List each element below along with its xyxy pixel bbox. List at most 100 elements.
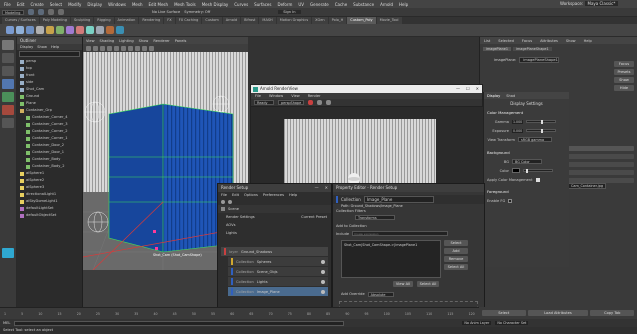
menu-windows[interactable]: Windows: [108, 2, 126, 7]
render-settings-row[interactable]: Render Settings Current Preset: [218, 213, 331, 221]
view-transform-dropdown[interactable]: sRGB gamma: [518, 137, 552, 142]
focus-button[interactable]: Focus: [614, 61, 634, 67]
arnold-menu-render[interactable]: Render: [308, 94, 321, 98]
include-expression-input[interactable]: [352, 231, 449, 236]
shelf-tab-mash[interactable]: MASH: [259, 17, 276, 24]
live-surface-label[interactable]: No Live Surface: [152, 10, 180, 14]
arnold-title-bar[interactable]: Arnold RenderView — ☐ ✕: [251, 85, 482, 93]
shelf-tab-rendering[interactable]: Rendering: [139, 17, 164, 24]
import-icon[interactable]: [228, 199, 232, 204]
rs-menu-file[interactable]: File: [221, 193, 227, 197]
presets-button[interactable]: Presets: [614, 69, 634, 75]
shelf-tab-motion-graphics[interactable]: Motion Graphics: [276, 17, 312, 24]
node-tab-imageplane[interactable]: imagePlane1: [483, 46, 512, 51]
anim-layer-dropdown[interactable]: No Anim Layer: [462, 321, 492, 325]
undo-icon[interactable]: [48, 9, 54, 15]
camera-select-icon[interactable]: [86, 45, 91, 51]
pe-collection-name-field[interactable]: Image_Plane: [363, 196, 434, 203]
symmetry-toggle[interactable]: Symmetry: Off: [184, 10, 210, 14]
menu-substance[interactable]: Substance: [353, 2, 374, 7]
outliner-item[interactable]: side: [17, 79, 82, 86]
extrude-icon[interactable]: [46, 26, 54, 34]
apply-cm-checkbox[interactable]: [535, 177, 540, 182]
menu-mesh-display[interactable]: Mesh Display: [202, 2, 229, 7]
pe-add-button[interactable]: Add: [444, 248, 468, 254]
exposure-slider[interactable]: [526, 129, 557, 133]
menu-display[interactable]: Display: [87, 2, 102, 7]
gamma-field[interactable]: 1.000: [512, 119, 524, 124]
arnold-menu-view[interactable]: View: [291, 94, 300, 98]
shelf-tab-animation[interactable]: Animation: [114, 17, 139, 24]
arnold-menu-window[interactable]: Window: [269, 94, 283, 98]
pe-select-button[interactable]: Select: [444, 240, 468, 246]
grid-icon[interactable]: [107, 45, 112, 51]
menu-surfaces[interactable]: Surfaces: [254, 2, 271, 7]
menu-create[interactable]: Create: [30, 2, 43, 7]
menu-edit-mesh[interactable]: Edit Mesh: [149, 2, 169, 7]
shelf-tab-xgen[interactable]: XGen: [312, 17, 328, 24]
wireframe-icon[interactable]: [114, 45, 119, 51]
foreground-header[interactable]: Foreground: [484, 187, 569, 196]
ae-menu-focus[interactable]: Focus: [522, 39, 532, 43]
bg-dropdown[interactable]: BG Color: [512, 159, 542, 164]
arnold-menu-file[interactable]: File: [255, 94, 261, 98]
shelf-tab-custom[interactable]: Custom: [202, 17, 222, 24]
separate-icon[interactable]: [86, 26, 94, 34]
outliner-menu-display[interactable]: Display: [20, 45, 33, 49]
minimize-icon[interactable]: —: [456, 85, 460, 93]
outliner-item[interactable]: Container_Body: [17, 156, 82, 163]
include-list[interactable]: Shot_Cam|Shot_CamShape->|imagePlane1: [341, 240, 441, 278]
menu-cache[interactable]: Cache: [335, 2, 347, 7]
outliner-search-input[interactable]: [19, 51, 80, 57]
menu-generate[interactable]: Generate: [310, 2, 329, 7]
textured-icon[interactable]: [128, 45, 133, 51]
gamma-slider[interactable]: [526, 120, 557, 124]
node-tab-imageplaneshape[interactable]: imagePlaneShape1: [513, 46, 552, 51]
scene-row[interactable]: Scene: [218, 205, 331, 213]
menu-mesh[interactable]: Mesh: [132, 2, 143, 7]
visibility-icon[interactable]: [321, 279, 325, 284]
ae-menu-show[interactable]: Show: [566, 39, 576, 43]
outliner-item[interactable]: Container_Grp: [17, 107, 82, 114]
select-tool-icon[interactable]: [2, 40, 14, 50]
cylinder-icon[interactable]: [26, 26, 34, 34]
rs-menu-edit[interactable]: Edit: [232, 193, 239, 197]
menu-file[interactable]: File: [4, 2, 11, 7]
property-editor-title-bar[interactable]: Property Editor - Render Setup: [333, 184, 484, 192]
shadows-icon[interactable]: [142, 45, 147, 51]
pe-select-all-side-button[interactable]: Select All: [444, 264, 468, 270]
lights-icon[interactable]: [135, 45, 140, 51]
stop-icon[interactable]: [317, 100, 322, 105]
command-input[interactable]: [14, 320, 345, 326]
smooth-icon[interactable]: [96, 26, 104, 34]
ae-select-button[interactable]: Select: [482, 310, 526, 316]
ae-menu-selected[interactable]: Selected: [498, 39, 514, 43]
shelf-tab-polo-h[interactable]: Polo_H: [328, 17, 347, 24]
outliner-item[interactable]: Container_Corner_3: [17, 121, 82, 128]
viewport-menu-panels[interactable]: Panels: [175, 39, 187, 43]
cmd-lang-label[interactable]: MEL: [3, 321, 10, 325]
outliner-item[interactable]: aiSkyDomeLight1: [17, 198, 82, 205]
show-button[interactable]: Show: [614, 77, 634, 83]
ae-menu-help[interactable]: Help: [584, 39, 592, 43]
visibility-icon[interactable]: [321, 289, 325, 294]
color-management-header[interactable]: Color Management: [484, 108, 569, 117]
snapshot-icon[interactable]: [326, 100, 331, 105]
exposure-field[interactable]: 0.000: [512, 128, 524, 133]
outliner-item[interactable]: directionalLight1: [17, 191, 82, 198]
tab-shad[interactable]: Shad: [506, 94, 515, 98]
shelf-tab-arnold[interactable]: Arnold: [222, 17, 241, 24]
sign-in-button[interactable]: Sign In: [278, 10, 301, 14]
image-plane-icon[interactable]: [100, 45, 105, 51]
bridge-icon[interactable]: [66, 26, 74, 34]
select-all-button[interactable]: Select All: [417, 280, 439, 287]
bookmark-icon[interactable]: [93, 45, 98, 51]
view-all-button[interactable]: View All: [393, 280, 413, 287]
rs-menu-options[interactable]: Options: [244, 193, 258, 197]
node-name-field[interactable]: imagePlaneShape1: [519, 57, 560, 63]
menu-deform[interactable]: Deform: [277, 2, 292, 7]
open-scene-icon[interactable]: [28, 9, 34, 15]
menu-modify[interactable]: Modify: [68, 2, 81, 7]
outliner-item[interactable]: Container_Door_2: [17, 142, 82, 149]
shelf-tab-sculpting[interactable]: Sculpting: [70, 17, 94, 24]
